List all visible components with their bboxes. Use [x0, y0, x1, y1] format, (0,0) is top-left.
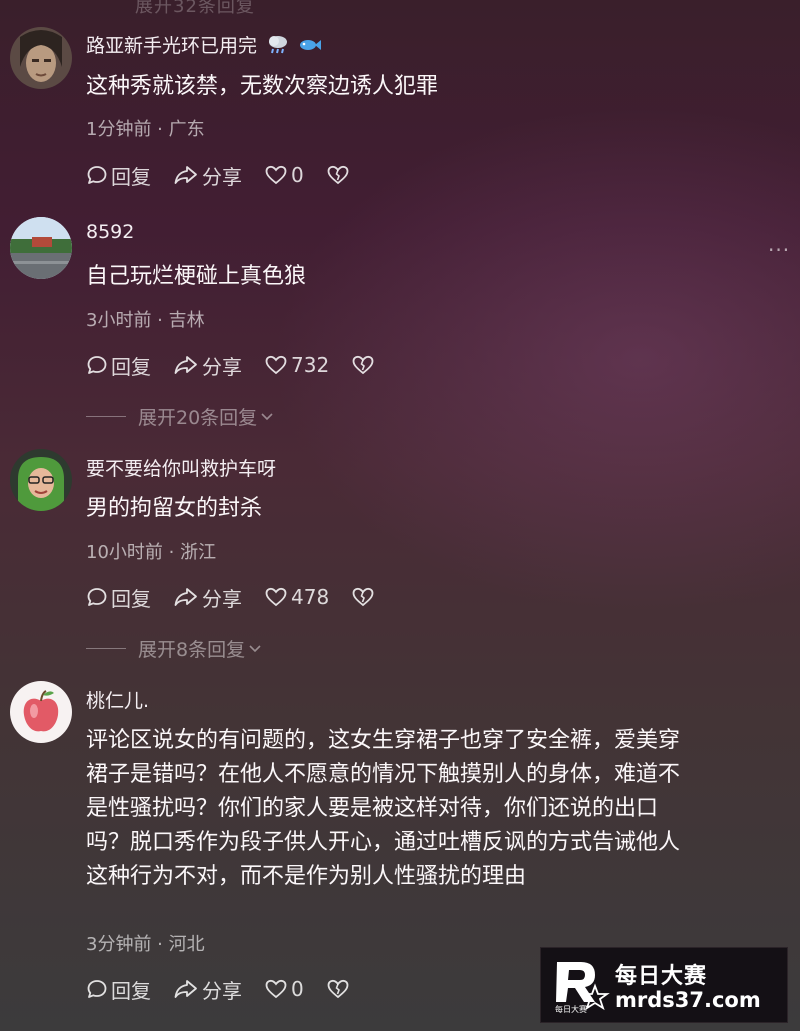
- comment-text: 自己玩烂梗碰上真色狼: [86, 264, 307, 289]
- broken-heart-icon: [327, 979, 349, 999]
- like-button[interactable]: 0: [264, 977, 304, 1001]
- reply-label: 回复: [111, 586, 151, 611]
- avatar-image: [10, 681, 72, 743]
- broken-heart-icon: [352, 355, 374, 375]
- share-label: 分享: [202, 586, 242, 611]
- username-text: 路亚新手光环已用完: [86, 35, 258, 57]
- broken-heart-icon: [352, 587, 374, 607]
- username[interactable]: 桃仁儿.: [86, 686, 149, 713]
- expand-divider: [86, 416, 126, 417]
- more-dots-icon[interactable]: ···: [768, 238, 790, 262]
- share-label: 分享: [202, 354, 242, 379]
- expand-label: 展开20条回复: [138, 407, 258, 429]
- cloud-rain-icon: [267, 34, 289, 59]
- avatar-image: [10, 217, 72, 279]
- avatar-image: [10, 449, 72, 511]
- avatar-image: [10, 27, 72, 89]
- reply-button[interactable]: 回复: [86, 161, 151, 190]
- comment-actions: 回复 分享 732: [86, 350, 400, 380]
- comment-text-line: 吗？脱口秀作为段子供人开心，通过吐槽反讽的方式告诫他人: [86, 830, 681, 855]
- like-button[interactable]: 0: [264, 163, 304, 187]
- comment-actions: 回复 分享 478: [86, 582, 400, 612]
- heart-icon: [265, 587, 287, 607]
- share-arrow-icon: [174, 588, 197, 606]
- avatar[interactable]: [10, 27, 72, 89]
- comment-text-line: 评论区说女的有问题的，这女生穿裙子也穿了安全裤，爱美穿: [86, 728, 681, 753]
- watermark-url: mrds37.com: [615, 988, 761, 1012]
- share-arrow-icon: [174, 166, 197, 184]
- expand-divider: [86, 648, 126, 649]
- like-button[interactable]: 732: [264, 353, 329, 377]
- watermark-logo-text: 每日大赛: [555, 1005, 587, 1014]
- username-text: 8592: [86, 221, 135, 243]
- share-label: 分享: [202, 978, 242, 1003]
- comment-text: 男的拘留女的封杀: [86, 496, 263, 521]
- reply-button[interactable]: 回复: [86, 351, 151, 380]
- share-label: 分享: [202, 164, 242, 189]
- watermark-logo: 每日大赛 每日大赛 mrds37.com: [540, 947, 788, 1023]
- like-count: 478: [291, 585, 330, 609]
- username-text: 要不要给你叫救护车呀: [86, 458, 277, 480]
- username-text: 桃仁儿.: [86, 690, 150, 712]
- comment-text: 评论区说女的有问题的，这女生穿裙子也穿了安全裤，爱美穿 裙子是错吗？在他人不愿意…: [86, 724, 786, 894]
- collapsed-replies-partial[interactable]: 展开32条回复: [0, 0, 800, 17]
- like-count: 0: [291, 163, 304, 187]
- comment-bubble-icon: [87, 588, 107, 606]
- avatar[interactable]: [10, 449, 72, 511]
- dislike-button[interactable]: [351, 354, 378, 376]
- share-button[interactable]: 分享: [173, 351, 242, 380]
- reply-label: 回复: [111, 978, 151, 1003]
- comment-bubble-icon: [87, 356, 107, 374]
- comment-meta: 3小时前 · 吉林: [86, 310, 205, 331]
- avatar[interactable]: [10, 681, 72, 743]
- comment-actions: 回复 分享 0: [86, 160, 375, 190]
- broken-heart-icon: [327, 165, 349, 185]
- comment-text: 这种秀就该禁，无数次察边诱人犯罪: [86, 74, 439, 99]
- share-arrow-icon: [174, 980, 197, 998]
- share-arrow-icon: [174, 356, 197, 374]
- expand-label: 展开8条回复: [138, 639, 246, 661]
- comment-text-line: 这种行为不对，而不是作为别人性骚扰的理由: [86, 864, 527, 889]
- share-button[interactable]: 分享: [173, 583, 242, 612]
- comment-meta: 1分钟前 · 广东: [86, 119, 205, 140]
- heart-icon: [265, 979, 287, 999]
- chevron-down-icon: [249, 644, 261, 652]
- share-button[interactable]: 分享: [173, 975, 242, 1004]
- comment-text-line: 裙子是错吗？在他人不愿意的情况下触摸别人的身体，难道不: [86, 762, 681, 787]
- comment-bubble-icon: [87, 166, 107, 184]
- avatar[interactable]: [10, 217, 72, 279]
- dislike-button[interactable]: [351, 586, 378, 608]
- comment-actions: 回复 分享 0: [86, 974, 375, 1004]
- comment-meta: 3分钟前 · 河北: [86, 934, 205, 955]
- chevron-down-icon: [261, 412, 273, 420]
- watermark-title: 每日大赛: [615, 964, 708, 989]
- reply-button[interactable]: 回复: [86, 975, 151, 1004]
- reply-button[interactable]: 回复: [86, 583, 151, 612]
- reply-label: 回复: [111, 354, 151, 379]
- username[interactable]: 要不要给你叫救护车呀: [86, 454, 276, 481]
- comment-text-line: 是性骚扰吗？你们的家人要是被这样对待，你们还说的出口: [86, 796, 659, 821]
- heart-icon: [265, 355, 287, 375]
- like-button[interactable]: 478: [264, 585, 329, 609]
- comment-bubble-icon: [87, 980, 107, 998]
- expand-replies-button[interactable]: 展开20条回复: [86, 403, 275, 430]
- like-count: 732: [291, 353, 330, 377]
- username[interactable]: 路亚新手光环已用完: [86, 31, 322, 59]
- comment-meta: 10小时前 · 浙江: [86, 542, 217, 563]
- reply-label: 回复: [111, 164, 151, 189]
- username[interactable]: 8592: [86, 221, 134, 243]
- watermark-r-star-icon: 每日大赛: [551, 956, 615, 1016]
- fish-icon: [299, 36, 322, 58]
- like-count: 0: [291, 977, 304, 1001]
- dislike-button[interactable]: [326, 164, 353, 186]
- expand-replies-button[interactable]: 展开8条回复: [86, 635, 263, 662]
- dislike-button[interactable]: [326, 978, 353, 1000]
- heart-icon: [265, 165, 287, 185]
- share-button[interactable]: 分享: [173, 161, 242, 190]
